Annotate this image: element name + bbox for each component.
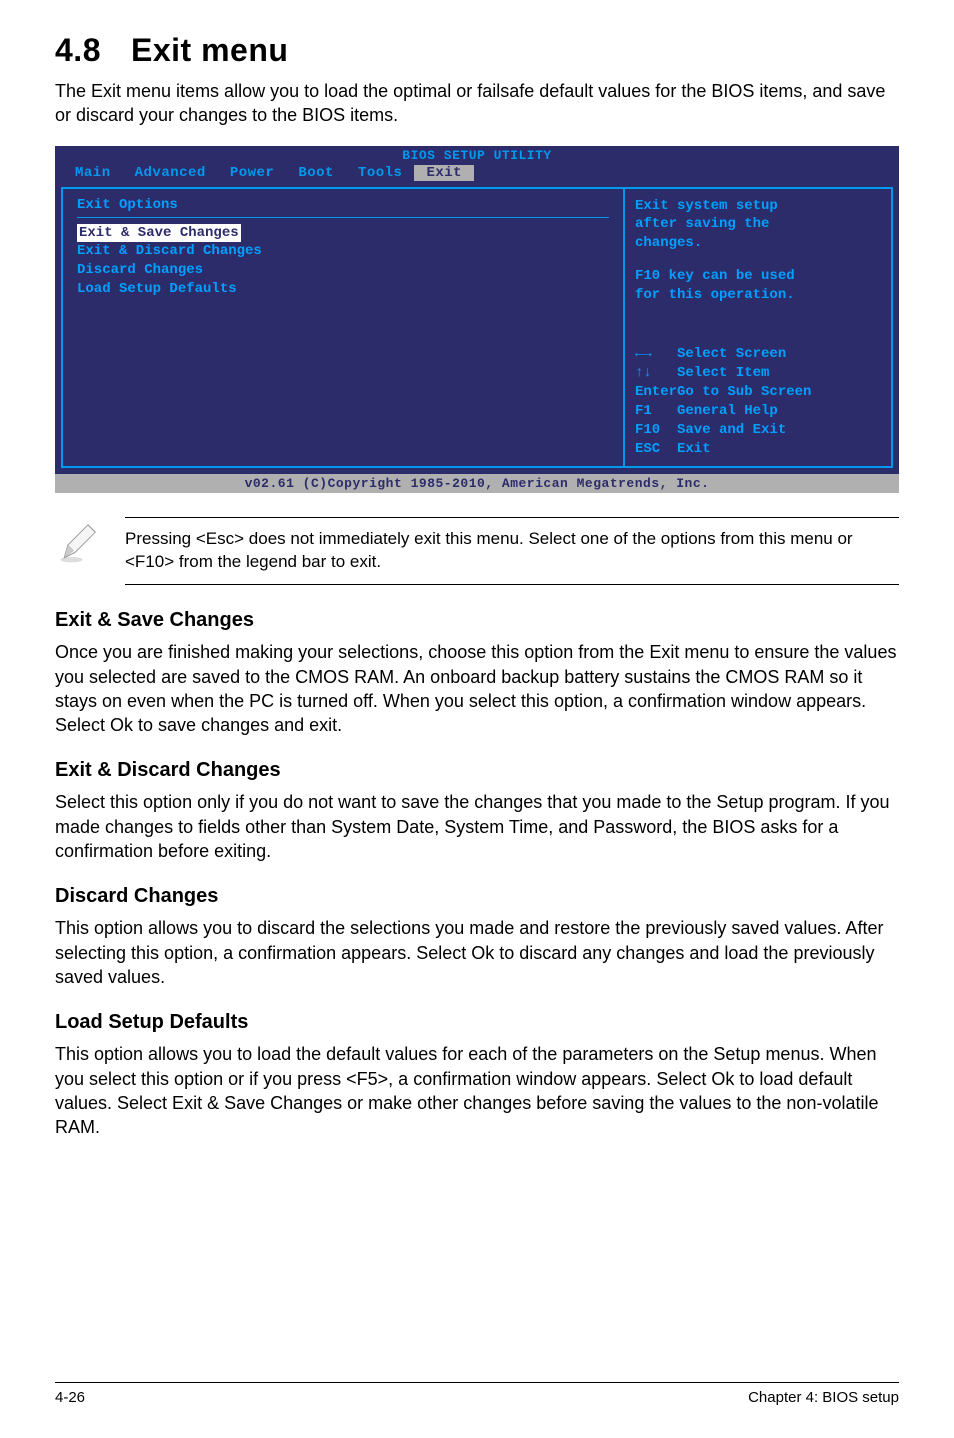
bios-key-legend: ←→Select Screen ↑↓Select Item EnterGo to… bbox=[635, 345, 881, 458]
subheading-load-defaults: Load Setup Defaults bbox=[55, 1011, 899, 1034]
bios-key-label: Exit bbox=[677, 441, 711, 457]
bios-key-label: Select Screen bbox=[677, 346, 786, 362]
page-footer: 4-26 Chapter 4: BIOS setup bbox=[55, 1382, 899, 1406]
note-text: Pressing <Esc> does not immediately exit… bbox=[125, 528, 899, 574]
bios-key: F10 bbox=[635, 421, 677, 440]
page-title: 4.8 Exit menu bbox=[55, 32, 899, 69]
bios-left-panel: Exit Options Exit & Save Changes Exit & … bbox=[61, 187, 623, 469]
bios-tab-boot[interactable]: Boot bbox=[286, 165, 346, 181]
bios-tab-power[interactable]: Power bbox=[218, 165, 287, 181]
section-title-text: Exit menu bbox=[131, 32, 288, 68]
bios-title: BIOS SETUP UTILITY bbox=[55, 146, 899, 163]
bios-divider bbox=[77, 217, 609, 218]
section-number: 4.8 bbox=[55, 32, 101, 69]
subheading-exit-save: Exit & Save Changes bbox=[55, 609, 899, 632]
bios-key: Enter bbox=[635, 383, 677, 402]
intro-paragraph: The Exit menu items allow you to load th… bbox=[55, 79, 899, 128]
bios-tab-main[interactable]: Main bbox=[63, 165, 123, 181]
bios-tab-advanced[interactable]: Advanced bbox=[123, 165, 218, 181]
bios-key: ↑↓ bbox=[635, 364, 677, 383]
page-number: 4-26 bbox=[55, 1389, 85, 1406]
bios-item-discard[interactable]: Discard Changes bbox=[77, 261, 609, 280]
bios-tab-exit[interactable]: Exit bbox=[414, 165, 474, 181]
bios-item-exit-save[interactable]: Exit & Save Changes bbox=[77, 224, 241, 243]
bios-key-label: Save and Exit bbox=[677, 422, 786, 438]
bios-key: ←→ bbox=[635, 345, 677, 364]
bios-help-line: Exit system setup bbox=[635, 197, 881, 216]
bios-key-label: Go to Sub Screen bbox=[677, 384, 811, 400]
bios-copyright-footer: v02.61 (C)Copyright 1985-2010, American … bbox=[55, 474, 899, 493]
subbody-exit-discard: Select this option only if you do not wa… bbox=[55, 790, 899, 863]
bios-help-line: changes. bbox=[635, 234, 881, 253]
bios-item-load-defaults[interactable]: Load Setup Defaults bbox=[77, 280, 609, 299]
subbody-discard: This option allows you to discard the se… bbox=[55, 916, 899, 989]
bios-help-line: for this operation. bbox=[635, 286, 881, 305]
subheading-discard: Discard Changes bbox=[55, 885, 899, 908]
bios-key-label: Select Item bbox=[677, 365, 769, 381]
subheading-exit-discard: Exit & Discard Changes bbox=[55, 759, 899, 782]
bios-setup-window: BIOS SETUP UTILITY Main Advanced Power B… bbox=[55, 146, 899, 494]
bios-right-panel: Exit system setup after saving the chang… bbox=[623, 187, 893, 469]
bios-item-exit-discard[interactable]: Exit & Discard Changes bbox=[77, 242, 609, 261]
chapter-label: Chapter 4: BIOS setup bbox=[748, 1389, 899, 1406]
bios-exit-options-heading: Exit Options bbox=[77, 197, 609, 213]
bios-key-label: General Help bbox=[677, 403, 778, 419]
subbody-exit-save: Once you are finished making your select… bbox=[55, 640, 899, 737]
bios-key: F1 bbox=[635, 402, 677, 421]
bios-help-line: after saving the bbox=[635, 215, 881, 234]
note-row: Pressing <Esc> does not immediately exit… bbox=[55, 517, 899, 585]
bios-tab-tools[interactable]: Tools bbox=[346, 165, 415, 181]
bios-menubar: Main Advanced Power Boot Tools Exit bbox=[55, 163, 899, 183]
pencil-icon bbox=[55, 523, 99, 567]
subbody-load-defaults: This option allows you to load the defau… bbox=[55, 1042, 899, 1139]
bios-help-line: F10 key can be used bbox=[635, 267, 881, 286]
bios-key: ESC bbox=[635, 440, 677, 459]
bios-help-text: Exit system setup after saving the chang… bbox=[635, 197, 881, 305]
